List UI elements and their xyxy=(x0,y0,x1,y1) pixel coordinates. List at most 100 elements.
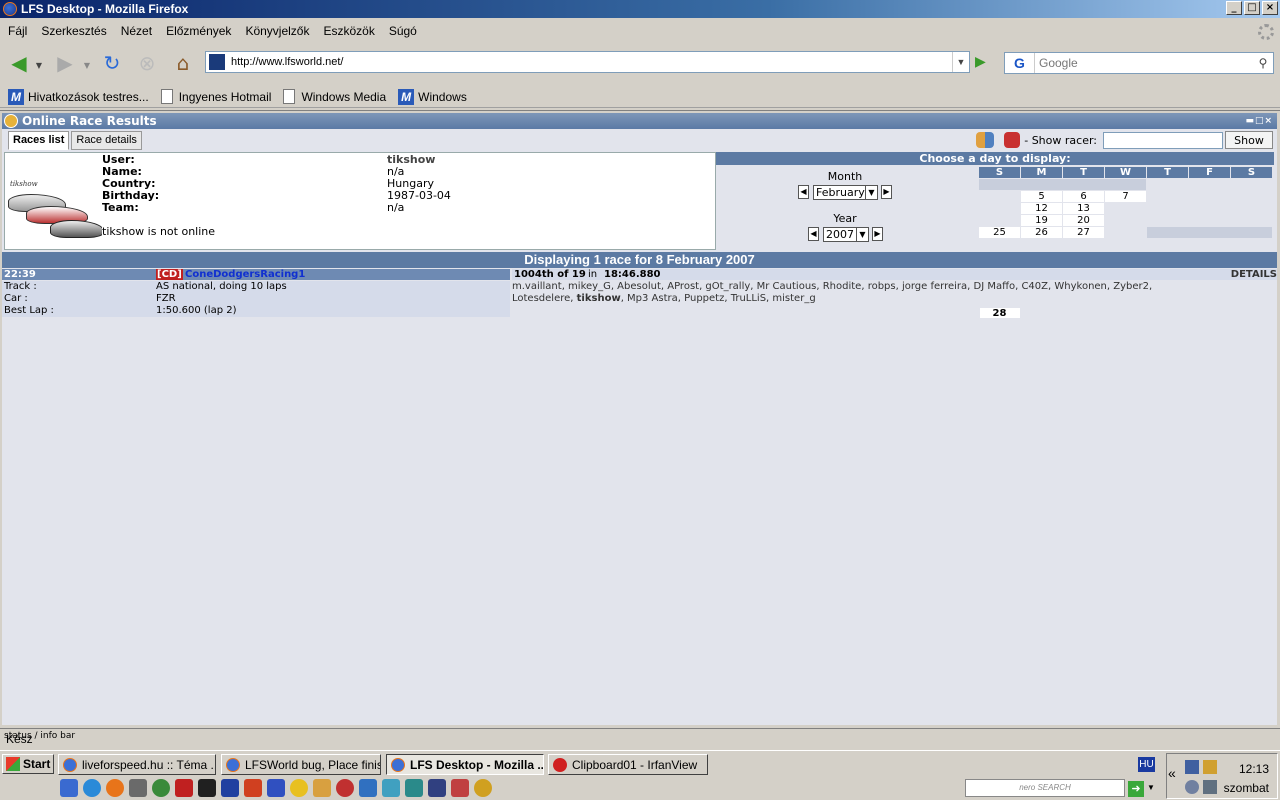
desktop-icon[interactable] xyxy=(60,779,78,797)
forward-history-icon[interactable]: ▼ xyxy=(80,52,94,78)
calendar-day[interactable]: 5 xyxy=(1020,190,1063,203)
go-icon[interactable]: ➜ xyxy=(1128,781,1144,797)
task-button-active[interactable]: LFS Desktop - Mozilla ... xyxy=(386,754,544,775)
app-icon[interactable] xyxy=(313,779,331,797)
bookmark-item[interactable]: Windows Media xyxy=(283,89,386,104)
tab-races-list[interactable]: Races list xyxy=(8,131,70,150)
app-icon[interactable] xyxy=(405,779,423,797)
app-icon[interactable] xyxy=(290,779,308,797)
calendar-day[interactable]: 12 xyxy=(1020,202,1063,215)
app-icon[interactable] xyxy=(428,779,446,797)
app-icon[interactable] xyxy=(198,779,216,797)
next-month-icon[interactable]: ▶ xyxy=(881,185,892,199)
app-icon[interactable] xyxy=(451,779,469,797)
maximize-button[interactable]: □ xyxy=(1244,1,1260,15)
show-button[interactable]: Show xyxy=(1225,131,1273,149)
calendar-day[interactable]: 27 xyxy=(1062,226,1105,239)
car-image xyxy=(50,220,102,238)
bookmark-item[interactable]: M Hivatkozások testres... xyxy=(8,88,149,105)
app-icon[interactable] xyxy=(175,779,193,797)
home-icon[interactable]: ⌂ xyxy=(170,50,196,76)
next-year-icon[interactable]: ▶ xyxy=(872,227,883,241)
firefox-icon[interactable] xyxy=(106,779,124,797)
calendar-day[interactable]: 6 xyxy=(1062,190,1105,203)
start-button[interactable]: Start xyxy=(2,754,54,774)
task-button[interactable]: Clipboard01 - IrfanView xyxy=(548,754,708,775)
bookmark-item[interactable]: M Windows xyxy=(398,88,467,105)
panel-controls-icon[interactable]: ▬□× xyxy=(1245,113,1273,129)
stop-icon[interactable]: ⊗ xyxy=(134,50,160,76)
calendar-day[interactable]: 13 xyxy=(1062,202,1105,215)
app-icon[interactable] xyxy=(359,779,377,797)
volume-icon[interactable] xyxy=(1185,780,1199,794)
url-dropdown-icon[interactable]: ▼ xyxy=(952,52,969,72)
calendar-day[interactable]: 19 xyxy=(1020,214,1063,227)
firefox-icon xyxy=(63,757,77,772)
clock-time[interactable]: 12:13 xyxy=(1239,762,1269,776)
url-bar[interactable]: http://www.lfsworld.net/ ▼ xyxy=(205,51,970,73)
calendar-day[interactable]: 25 xyxy=(978,226,1021,239)
bookmark-item[interactable]: Ingyenes Hotmail xyxy=(160,89,271,104)
month-label: Month xyxy=(827,170,863,183)
go-icon[interactable]: ▶ xyxy=(975,54,989,70)
app-icon[interactable] xyxy=(474,779,492,797)
server-name-link[interactable]: ConeDodgersRacing1 xyxy=(185,269,305,280)
app-icon[interactable] xyxy=(336,779,354,797)
details-link[interactable]: DETAILS xyxy=(1231,269,1277,280)
show-racer-input[interactable] xyxy=(1103,131,1223,149)
search-input[interactable]: Google xyxy=(1035,56,1253,70)
media-icon[interactable] xyxy=(129,779,147,797)
forward-icon[interactable]: ▶ xyxy=(52,50,78,76)
back-icon[interactable]: ◀ xyxy=(6,50,32,76)
close-button[interactable]: × xyxy=(1262,1,1278,15)
friends-icon[interactable] xyxy=(976,132,995,148)
search-icon[interactable]: ⚲ xyxy=(1253,56,1273,70)
year-select[interactable]: 2007 ▼ xyxy=(823,227,869,242)
menu-file[interactable]: Fájl xyxy=(0,24,34,38)
race-result-details: 1004th of 19 in 18:46.880 DETAILS m.vail… xyxy=(512,269,1277,317)
weekday-header: S xyxy=(1230,166,1273,179)
menu-history[interactable]: Előzmények xyxy=(159,24,238,38)
month-value: February xyxy=(816,186,865,199)
display-icon[interactable] xyxy=(1203,780,1217,794)
warning-icon[interactable] xyxy=(1203,760,1217,774)
network-icon[interactable] xyxy=(1185,760,1199,774)
month-select[interactable]: February ▼ xyxy=(813,185,878,200)
calendar-day[interactable]: 7 xyxy=(1104,190,1147,203)
prev-year-icon[interactable]: ◀ xyxy=(808,227,819,241)
avatar-label: tikshow xyxy=(10,180,38,188)
calendar-grid: SMTWTFS 12345678910111213141516171819202… xyxy=(978,166,1273,319)
chat-icon[interactable] xyxy=(152,779,170,797)
app-icon[interactable] xyxy=(382,779,400,797)
language-indicator[interactable]: HU xyxy=(1138,757,1155,772)
tab-race-details[interactable]: Race details xyxy=(71,131,142,150)
page-icon xyxy=(160,89,173,104)
back-history-icon[interactable]: ▼ xyxy=(32,52,46,78)
menu-tools[interactable]: Eszközök xyxy=(316,24,381,38)
task-label: liveforspeed.hu :: Téma ... xyxy=(82,757,216,772)
weekday-header: F xyxy=(1188,166,1231,179)
menu-help[interactable]: Súgó xyxy=(382,24,424,38)
window-title-bar: LFS Desktop - Mozilla Firefox _ □ × xyxy=(0,0,1280,18)
ie-icon[interactable] xyxy=(83,779,101,797)
search-box[interactable]: G Google ⚲ xyxy=(1004,52,1274,74)
task-button[interactable]: LFSWorld bug, Place finis... xyxy=(221,754,381,775)
avatar: tikshow xyxy=(6,154,102,248)
calendar-day[interactable]: 26 xyxy=(1020,226,1063,239)
app-icon[interactable] xyxy=(244,779,262,797)
racer-icon[interactable] xyxy=(1004,132,1021,148)
menu-view[interactable]: Nézet xyxy=(114,24,159,38)
prev-month-icon[interactable]: ◀ xyxy=(798,185,809,199)
search-engine-icon[interactable]: G xyxy=(1005,53,1035,73)
task-button[interactable]: liveforspeed.hu :: Téma ... xyxy=(58,754,216,775)
menu-bookmarks[interactable]: Könyvjelzők xyxy=(238,24,316,38)
chevron-down-icon[interactable]: ▼ xyxy=(1147,783,1155,792)
minimize-button[interactable]: _ xyxy=(1226,1,1242,15)
app-icon[interactable] xyxy=(267,779,285,797)
app-icon[interactable] xyxy=(221,779,239,797)
menu-edit[interactable]: Szerkesztés xyxy=(34,24,113,38)
reload-icon[interactable]: ↻ xyxy=(99,50,125,76)
nero-search-box[interactable]: nero SEARCH xyxy=(965,779,1125,797)
task-label: Clipboard01 - IrfanView xyxy=(572,757,698,772)
calendar-day[interactable]: 20 xyxy=(1062,214,1105,227)
